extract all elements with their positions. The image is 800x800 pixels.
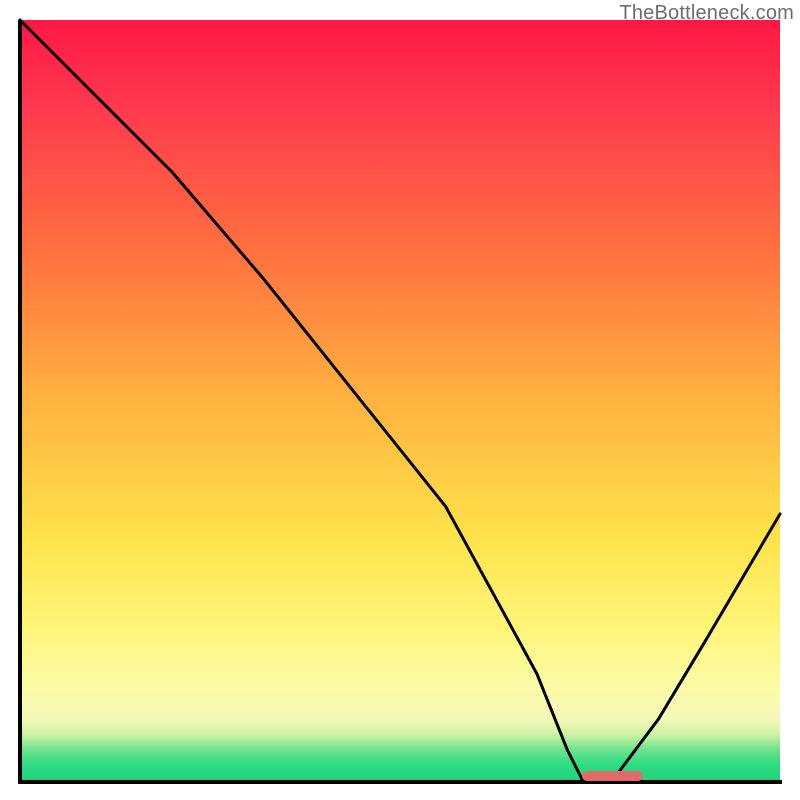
optimal-range-marker	[582, 771, 643, 781]
axis-x	[18, 780, 782, 784]
watermark-text: TheBottleneck.com	[619, 2, 794, 25]
bottleneck-chart: TheBottleneck.com	[0, 0, 800, 800]
curve-layer	[20, 20, 780, 780]
bottleneck-curve	[20, 20, 780, 780]
